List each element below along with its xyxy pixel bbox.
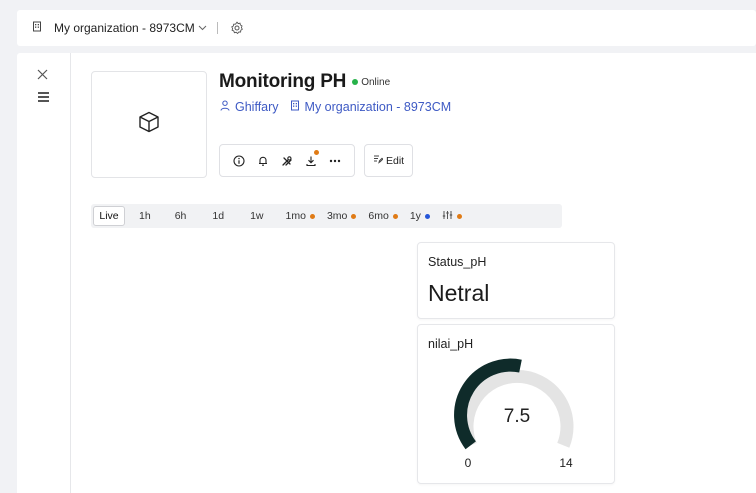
chevron-down-icon[interactable] [198, 23, 207, 34]
range-1w[interactable]: 1w [246, 206, 267, 226]
cube-icon [137, 110, 161, 139]
notification-badge [314, 149, 319, 155]
range-1mo[interactable]: 1mo [282, 206, 319, 226]
gauge-value: 7.5 [504, 406, 530, 427]
user-icon [220, 100, 230, 114]
device-toolbar: Edit [219, 144, 414, 177]
range-3mo[interactable]: 3mo [323, 206, 360, 226]
custom-range-icon [442, 210, 453, 223]
more-icon[interactable] [323, 149, 347, 173]
gauge-chart: 7.5 0 14 [454, 358, 574, 470]
tools-icon[interactable] [275, 149, 299, 173]
status-dot [352, 79, 359, 85]
side-rail [17, 53, 71, 493]
gear-icon[interactable] [230, 21, 244, 35]
status-widget: Status_pH Netral [417, 242, 615, 319]
edit-button[interactable]: Edit [364, 144, 414, 177]
menu-icon[interactable] [38, 92, 49, 102]
range-custom[interactable] [438, 206, 466, 226]
top-bar: My organization - 8973CM [17, 10, 756, 46]
main-panel: Monitoring PH Online Ghiffary My organiz… [17, 53, 756, 493]
page-title: Monitoring PH [219, 71, 347, 92]
organization-link[interactable]: My organization - 8973CM [305, 100, 452, 114]
info-icon[interactable] [227, 149, 251, 173]
time-range-selector: Live 1h 6h 1d 1w 1mo 3mo 6mo 1y [91, 204, 562, 228]
building-icon [32, 21, 44, 35]
close-icon[interactable] [37, 67, 48, 84]
range-1h[interactable]: 1h [135, 206, 155, 226]
divider [216, 22, 218, 34]
device-meta: Ghiffary My organization - 8973CM [220, 100, 451, 114]
gauge-min: 0 [465, 456, 472, 470]
gauge-max: 14 [559, 456, 573, 470]
edit-icon [373, 154, 384, 167]
org-switcher[interactable]: My organization - 8973CM [54, 21, 195, 35]
edit-label: Edit [386, 154, 405, 167]
owner-link[interactable]: Ghiffary [235, 100, 279, 114]
range-live[interactable]: Live [93, 206, 125, 226]
device-thumbnail [91, 71, 207, 178]
range-1y[interactable]: 1y [406, 206, 434, 226]
bell-icon[interactable] [251, 149, 275, 173]
range-6h[interactable]: 6h [171, 206, 191, 226]
widget-label: Status_pH [428, 255, 487, 269]
gauge-widget: nilai_pH 7.5 0 14 [417, 324, 615, 484]
action-group [219, 144, 355, 177]
device-header: Monitoring PH Online [219, 71, 390, 93]
status-badge: Online [361, 76, 391, 88]
building-icon [290, 100, 300, 114]
download-icon[interactable] [299, 149, 323, 173]
range-6mo[interactable]: 6mo [364, 206, 401, 226]
widget-value: Netral [428, 280, 490, 306]
range-1d[interactable]: 1d [208, 206, 228, 226]
